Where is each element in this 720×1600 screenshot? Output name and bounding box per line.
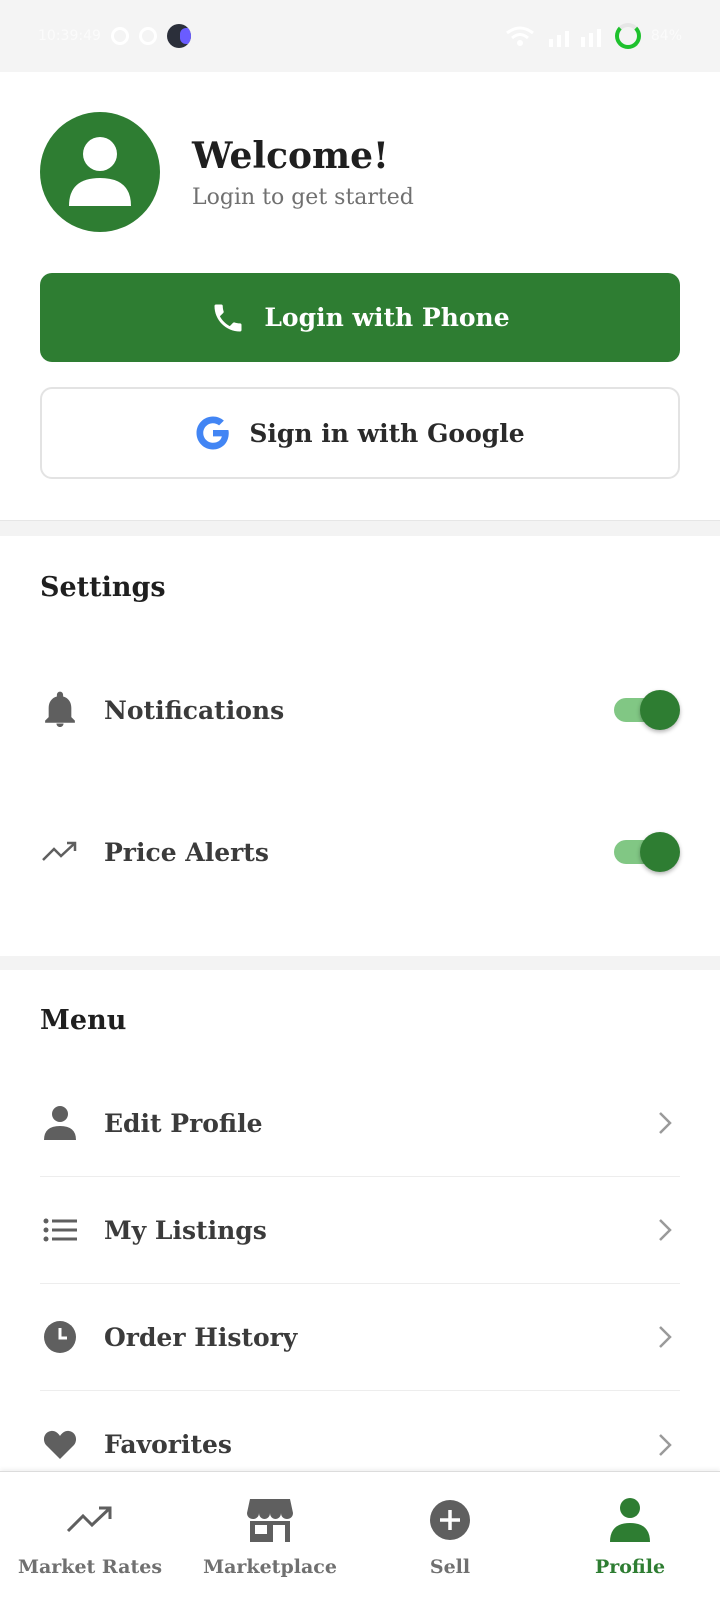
notifications-toggle[interactable] [614,690,680,730]
battery-ring-icon [614,23,641,49]
store-icon [246,1496,294,1544]
nav-label: Market Rates [17,1556,163,1578]
status-app-icon [110,27,129,45]
sign-in-with-google-button[interactable]: Sign in with Google [40,387,680,479]
list-icon [40,1218,80,1242]
menu-title: Menu [40,1005,127,1036]
nav-market-rates[interactable]: Market Rates [0,1472,180,1600]
trending-up-icon [40,840,80,864]
section-divider [0,956,720,970]
user-icon [69,137,131,206]
google-icon [195,415,231,451]
status-app-logo-icon [166,24,191,48]
menu-item-edit-profile[interactable]: Edit Profile [40,1070,680,1177]
toggle-thumb [640,690,680,730]
battery-percent: 84% [650,28,682,44]
menu-item-my-listings[interactable]: My Listings [40,1177,680,1284]
chevron-right-icon [650,1217,680,1243]
phone-icon [210,300,246,336]
bottom-nav: Market Rates Marketplace Sell Profile [0,1471,720,1600]
login-with-phone-button[interactable]: Login with Phone [40,273,680,362]
setting-row-notifications: Notifications [40,670,680,750]
signal-icon [548,29,601,47]
person-icon [40,1105,80,1141]
add-circle-icon [429,1496,471,1544]
section-divider [0,520,720,536]
chevron-right-icon [650,1324,680,1350]
nav-sell[interactable]: Sell [360,1472,540,1600]
welcome-title: Welcome! [192,134,389,177]
settings-title: Settings [40,572,166,603]
status-bar: 10:39:49 84% [0,0,720,72]
nav-label: Profile [594,1556,666,1578]
status-time: 10:39:49 [38,28,101,44]
menu-item-label: Edit Profile [104,1108,263,1138]
chevron-right-icon [650,1110,680,1136]
welcome-subtitle: Login to get started [192,184,414,210]
price-alerts-label: Price Alerts [104,837,269,867]
status-circle-icon [138,27,157,45]
bell-icon [40,691,80,729]
toggle-thumb [640,832,680,872]
sign-in-with-google-label: Sign in with Google [249,418,525,448]
login-with-phone-label: Login with Phone [264,303,510,332]
menu-item-label: Favorites [104,1430,232,1459]
menu-item-order-history[interactable]: Order History [40,1284,680,1391]
menu-item-label: Order History [104,1322,298,1352]
avatar [40,112,160,232]
clock-icon [40,1320,80,1354]
person-icon [609,1496,651,1544]
chevron-right-icon [650,1432,680,1458]
trending-up-icon [66,1496,114,1544]
menu-item-label: My Listings [104,1215,267,1245]
notifications-label: Notifications [104,695,285,725]
nav-label: Marketplace [203,1556,337,1578]
profile-header: Welcome! Login to get started [40,112,414,232]
nav-marketplace[interactable]: Marketplace [180,1472,360,1600]
setting-row-price-alerts: Price Alerts [40,812,680,892]
price-alerts-toggle[interactable] [614,832,680,872]
nav-profile[interactable]: Profile [540,1472,720,1600]
heart-icon [40,1430,80,1460]
wifi-icon [505,26,534,46]
nav-label: Sell [429,1556,471,1578]
